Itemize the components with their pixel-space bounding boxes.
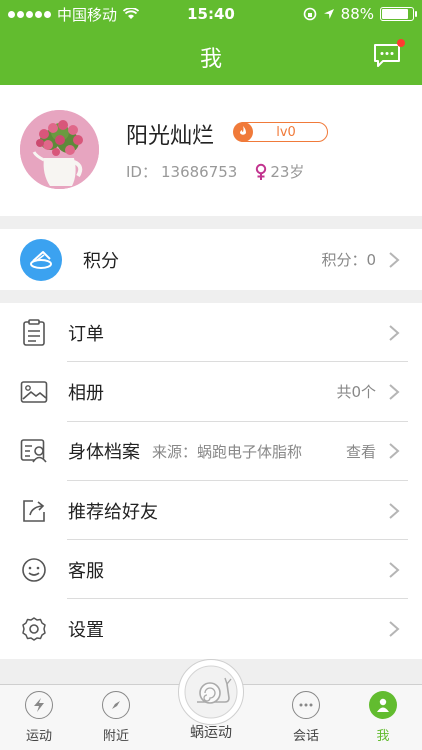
menu-item-customer-service[interactable]: 客服 xyxy=(0,540,422,600)
level-badge: lv0 xyxy=(233,122,328,142)
battery-icon xyxy=(380,7,417,21)
page-title: 我 xyxy=(199,46,222,72)
smile-icon xyxy=(20,556,48,584)
chat-bubble-icon xyxy=(374,44,400,67)
points-row[interactable]: 积分 积分：0 xyxy=(0,229,422,290)
tab-snail-sport-label: 蜗运动 xyxy=(190,725,232,741)
gender-age: 23岁 xyxy=(255,161,304,182)
status-left: 中国移动 xyxy=(8,4,140,25)
username: 阳光灿烂 xyxy=(126,124,215,149)
tab-label: 运动 xyxy=(25,729,52,744)
user-icon xyxy=(369,691,397,719)
tab-label: 会话 xyxy=(292,729,319,744)
share-icon xyxy=(20,497,48,525)
menu-list: 订单 相册 共0个 身体档案 来源：蜗跑电子体脂称 查看 推荐给好友 客服 设置 xyxy=(0,303,422,659)
chevron-right-icon xyxy=(389,621,400,637)
age-value: 23岁 xyxy=(270,163,305,181)
unread-dot xyxy=(397,39,405,47)
flame-icon xyxy=(233,122,253,142)
location-icon xyxy=(323,9,334,19)
tab-label: 我 xyxy=(376,729,390,744)
chevron-right-icon xyxy=(389,502,400,519)
clipboard-icon xyxy=(20,318,48,347)
chevron-right-icon xyxy=(389,443,400,459)
signal-icon xyxy=(8,10,51,18)
menu-item-album[interactable]: 相册 共0个 xyxy=(0,362,422,422)
status-right: 88% xyxy=(303,5,417,23)
avatar[interactable] xyxy=(20,110,99,189)
points-value: 积分：0 xyxy=(321,251,376,269)
chat-icon xyxy=(292,691,320,719)
id-line: ID： 13686753 23岁 xyxy=(126,161,304,182)
menu-item-label: 订单 xyxy=(68,323,104,345)
carrier-label: 中国移动 xyxy=(57,5,118,24)
menu-item-right xyxy=(376,561,422,579)
chevron-right-icon xyxy=(389,251,400,268)
tab-me[interactable]: 我 xyxy=(353,691,413,744)
album-count: 共0个 xyxy=(336,383,376,402)
id-label: ID： xyxy=(126,163,157,181)
compass-icon xyxy=(102,691,130,719)
chevron-right-icon xyxy=(389,384,400,400)
message-button[interactable] xyxy=(372,39,405,70)
id-value: 13686753 xyxy=(160,162,238,181)
menu-item-right xyxy=(376,620,422,638)
chevron-right-icon xyxy=(389,562,400,578)
menu-item-label: 客服 xyxy=(68,560,104,582)
status-bar: 中国移动 15:40 88% xyxy=(0,0,422,28)
orientation-lock-icon xyxy=(303,7,316,21)
tab-label: 附近 xyxy=(102,729,129,744)
battery-percent: 88% xyxy=(340,5,374,23)
menu-item-orders[interactable]: 订单 xyxy=(0,303,422,363)
profile-card[interactable]: 阳光灿烂 lv0 ID： 13686753 23岁 xyxy=(0,85,422,216)
battery-fill xyxy=(382,9,409,19)
menu-item-right: 共0个 xyxy=(336,381,422,402)
body-profile-source: 来源：蜗跑电子体脂称 xyxy=(152,442,303,461)
menu-item-label: 推荐给好友 xyxy=(68,501,158,523)
snail-icon xyxy=(184,665,238,719)
menu-item-right xyxy=(376,324,422,342)
tab-chat[interactable]: 会话 xyxy=(276,691,336,744)
points-icon xyxy=(20,238,62,281)
wifi-icon xyxy=(123,8,140,19)
menu-item-label: 相册 xyxy=(68,382,104,404)
picture-icon xyxy=(20,378,48,406)
menu-item-body-profile[interactable]: 身体档案 来源：蜗跑电子体脂称 查看 xyxy=(0,422,422,482)
gear-icon xyxy=(20,615,48,643)
menu-item-right: 查看 xyxy=(346,441,422,462)
chevron-right-icon xyxy=(389,324,400,341)
menu-item-right xyxy=(376,502,422,520)
points-right: 积分：0 xyxy=(321,249,422,270)
profile-card-icon xyxy=(20,437,48,465)
tab-snail-sport[interactable] xyxy=(178,659,244,725)
female-icon xyxy=(256,163,267,180)
points-label: 积分 xyxy=(83,250,119,272)
level-text: lv0 xyxy=(276,124,296,140)
avatar-image xyxy=(20,110,99,189)
menu-item-label: 设置 xyxy=(68,620,104,642)
nav-bar: 我 xyxy=(0,28,422,85)
tab-nearby[interactable]: 附近 xyxy=(86,691,146,744)
menu-item-settings[interactable]: 设置 xyxy=(0,599,422,658)
lightning-icon xyxy=(25,691,53,719)
menu-item-label: 身体档案 xyxy=(68,442,140,464)
tab-sport[interactable]: 运动 xyxy=(9,691,69,744)
menu-item-recommend[interactable]: 推荐给好友 xyxy=(0,481,422,541)
view-link[interactable]: 查看 xyxy=(346,441,376,462)
